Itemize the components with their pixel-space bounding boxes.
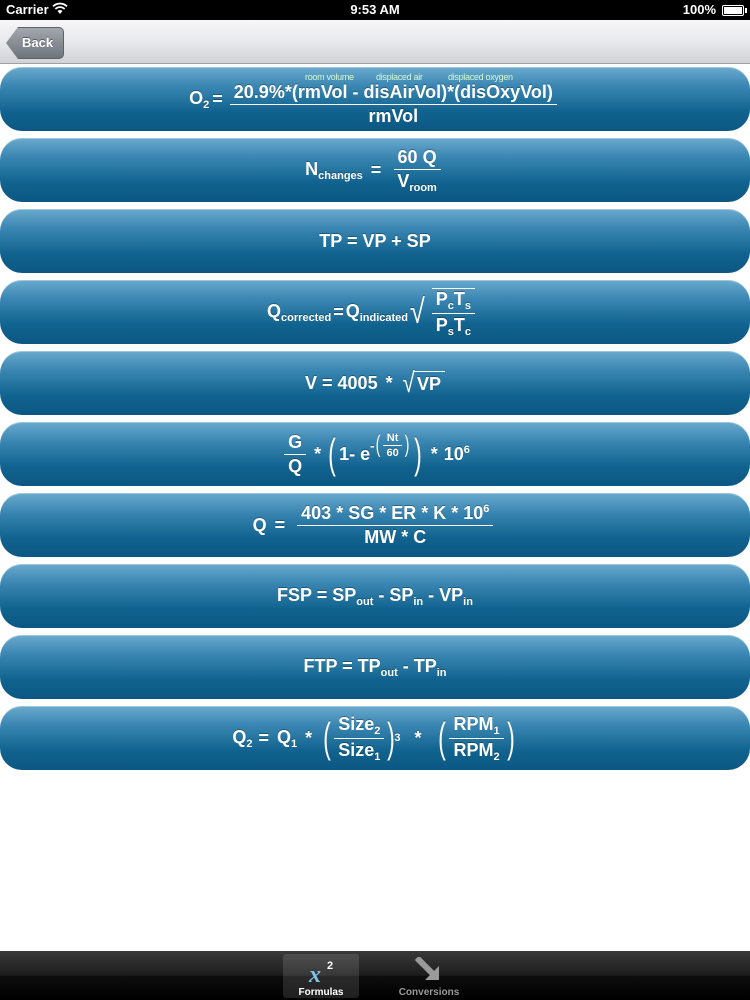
status-bar: Carrier 9:53 AM 100% bbox=[0, 0, 750, 20]
svg-text:x: x bbox=[308, 962, 321, 985]
formula-row-total-pressure[interactable]: TP = VP + SP bbox=[0, 209, 750, 273]
power-of-ten: 106 bbox=[443, 443, 470, 464]
multiply-sign: * bbox=[414, 727, 422, 748]
flow-term: Q1 bbox=[277, 726, 298, 750]
denominator: PsTc bbox=[435, 315, 471, 338]
tab-label: Formulas bbox=[298, 987, 344, 998]
exponent: 3 bbox=[394, 732, 401, 744]
tab-label: Conversions bbox=[398, 987, 460, 998]
right-paren: ) bbox=[413, 430, 422, 477]
denominator: Q bbox=[288, 455, 303, 476]
formula-row-oxygen[interactable]: room volume displaced air displaced oxyg… bbox=[0, 67, 750, 131]
tab-formulas[interactable]: x 2 Formulas bbox=[283, 954, 359, 998]
formula-row-generation-rate[interactable]: Q = 403 * SG * ER * K * 106 MW * C bbox=[0, 493, 750, 557]
multiply-sign: * bbox=[430, 443, 438, 464]
numerator: G bbox=[284, 432, 307, 455]
formula-lhs: Nchanges bbox=[305, 158, 363, 182]
equals-sign: = bbox=[333, 301, 344, 322]
formula-fraction: 403 * SG * ER * K * 106 MW * C bbox=[297, 503, 494, 548]
square-root: √ PcTs PsTc bbox=[408, 286, 483, 338]
tab-bar: x 2 Formulas Conversions bbox=[0, 951, 750, 1000]
formula-row-velocity[interactable]: V = 4005 * √ VP bbox=[0, 351, 750, 415]
formula-row-air-changes[interactable]: Nchanges = 60 Q Vroom bbox=[0, 138, 750, 202]
equals-sign: = bbox=[258, 727, 270, 748]
size-ratio: Size2 Size1 bbox=[334, 714, 385, 763]
exponent: - ( Nt 60 ) bbox=[370, 431, 410, 459]
multiply-sign: * bbox=[314, 443, 322, 464]
formula-fraction: G Q bbox=[284, 432, 307, 477]
indicated-flow: Qindicated bbox=[345, 300, 409, 324]
formula-lhs: Qcorrected bbox=[267, 300, 332, 324]
formula-text: TP = VP + SP bbox=[319, 230, 431, 251]
equals-sign: = bbox=[370, 159, 382, 180]
formula-lhs: O2 bbox=[189, 87, 210, 111]
numerator: PcTs bbox=[431, 289, 475, 314]
arrow-down-right-icon bbox=[414, 957, 440, 981]
formula-text: FTP = TPout - TPin bbox=[303, 655, 447, 679]
formula-row-corrected-flow[interactable]: Qcorrected = Qindicated √ PcTs PsTc bbox=[0, 280, 750, 344]
left-paren: ( bbox=[438, 714, 447, 761]
right-paren: ) bbox=[506, 714, 515, 761]
formula-row-fan-total-pressure[interactable]: FTP = TPout - TPin bbox=[0, 635, 750, 699]
x-squared-icon: x 2 bbox=[308, 960, 333, 985]
right-paren: ) bbox=[387, 714, 396, 761]
annotation-room-volume: room volume bbox=[305, 72, 354, 82]
equals-sign: = bbox=[274, 514, 286, 535]
numerator: 403 * SG * ER * K * 106 bbox=[297, 503, 494, 526]
denominator: Vroom bbox=[397, 170, 437, 194]
formula-fraction: 20.9%*(rmVol - disAirVol)*(disOxyVol) rm… bbox=[229, 82, 557, 127]
inner-expression: 1- e bbox=[339, 443, 371, 464]
radicand: VP bbox=[412, 371, 445, 395]
rpm-ratio: RPM1 RPM2 bbox=[449, 714, 504, 763]
tab-conversions[interactable]: Conversions bbox=[391, 954, 467, 998]
denominator: MW * C bbox=[364, 526, 427, 547]
formula-text: FSP = SPout - SPin - VPin bbox=[277, 584, 473, 608]
annotation-displaced-air: displaced air bbox=[376, 72, 423, 82]
battery-icon bbox=[722, 5, 747, 16]
formula-lhs: V = 4005 bbox=[305, 372, 378, 393]
clock: 9:53 AM bbox=[350, 2, 400, 17]
square-root: √ VP bbox=[401, 369, 445, 397]
formula-row-fan-static-pressure[interactable]: FSP = SPout - SPin - VPin bbox=[0, 564, 750, 628]
formula-row-concentration[interactable]: G Q * ( 1- e - ( Nt 60 ) ) * 106 bbox=[0, 422, 750, 486]
formula-lhs: Q bbox=[252, 514, 267, 535]
back-button[interactable]: Back bbox=[6, 27, 65, 59]
multiply-sign: * bbox=[305, 727, 313, 748]
numerator: 20.9%*(rmVol - disAirVol)*(disOxyVol) bbox=[229, 82, 557, 105]
formula-row-fan-laws[interactable]: Q2 = Q1 * ( Size2 Size1 ) 3 * ( RPM1 RPM… bbox=[0, 706, 750, 770]
navigation-bar: Back bbox=[0, 20, 750, 64]
denominator: rmVol bbox=[368, 105, 419, 126]
annotation-displaced-oxygen: displaced oxygen bbox=[448, 72, 513, 82]
formula-fraction: PcTs PsTc bbox=[431, 288, 475, 338]
numerator: 60 Q bbox=[393, 147, 441, 170]
radical-icon: √ bbox=[402, 367, 415, 398]
battery-percent: 100% bbox=[682, 2, 716, 17]
formula-fraction: 60 Q Vroom bbox=[393, 147, 441, 194]
svg-text:2: 2 bbox=[327, 960, 333, 972]
left-paren: ( bbox=[323, 714, 332, 761]
formula-lhs: Q2 bbox=[232, 726, 253, 750]
equals-sign: = bbox=[212, 88, 223, 109]
multiply-sign: * bbox=[385, 372, 393, 393]
left-paren: ( bbox=[328, 430, 336, 477]
radical-icon: √ bbox=[409, 293, 425, 331]
